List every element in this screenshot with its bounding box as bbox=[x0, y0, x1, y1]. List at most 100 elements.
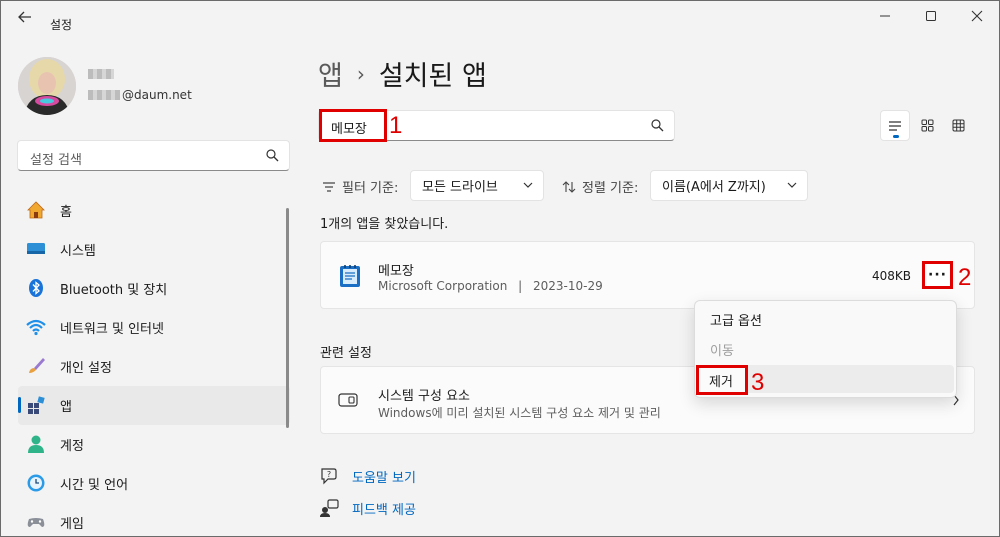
profile-email: @daum.net bbox=[88, 88, 192, 102]
annotation-step-3: 3 bbox=[751, 369, 765, 396]
chevron-down-icon bbox=[787, 182, 797, 188]
menu-item-move: 이동 bbox=[699, 335, 954, 363]
bluetooth-icon bbox=[29, 279, 43, 297]
sidebar-item-home[interactable]: 홈 bbox=[18, 191, 290, 230]
annotation-highlight-search bbox=[319, 109, 387, 142]
sidebar-item-label: 개인 설정 bbox=[60, 361, 112, 376]
back-button[interactable] bbox=[14, 6, 36, 28]
search-icon bbox=[651, 119, 664, 132]
chevron-down-icon bbox=[523, 182, 533, 188]
sidebar-nav: 홈 시스템 Bluetooth 및 장치 네트워크 및 인터넷 개인 설정 앱 … bbox=[18, 191, 290, 537]
feedback-icon bbox=[320, 499, 339, 517]
more-options-button[interactable]: ··· bbox=[922, 261, 953, 289]
settings-search-input[interactable]: 설정 검색 bbox=[17, 140, 290, 171]
table-view-icon bbox=[952, 119, 964, 132]
sidebar-item-time-language[interactable]: 시간 및 언어 bbox=[18, 464, 290, 503]
list-view-button[interactable] bbox=[880, 110, 910, 141]
svg-text:?: ? bbox=[327, 470, 331, 479]
more-icon: ··· bbox=[928, 267, 947, 283]
sidebar-item-system[interactable]: 시스템 bbox=[18, 230, 290, 269]
feedback-link-label: 피드백 제공 bbox=[352, 502, 416, 518]
app-list-item[interactable]: 메모장 Microsoft Corporation | 2023-10-29 4… bbox=[320, 241, 975, 309]
title-bar: 설정 bbox=[0, 0, 1000, 34]
window-title: 설정 bbox=[50, 18, 73, 32]
sidebar-item-label: 게임 bbox=[60, 517, 84, 532]
wifi-icon bbox=[26, 319, 46, 336]
list-view-icon bbox=[889, 120, 901, 131]
grid-view-icon bbox=[921, 119, 933, 132]
sidebar-item-label: Bluetooth 및 장치 bbox=[60, 283, 168, 298]
sidebar-item-label: 홈 bbox=[60, 205, 72, 220]
sidebar-item-label: 시간 및 언어 bbox=[60, 478, 129, 493]
app-name: 메모장 bbox=[378, 264, 414, 279]
menu-item-label: 제거 bbox=[709, 374, 733, 390]
maximize-icon bbox=[926, 11, 936, 21]
minimize-icon bbox=[880, 15, 890, 17]
sort-label-text: 정렬 기준: bbox=[582, 181, 639, 196]
help-link-label: 도움말 보기 bbox=[352, 470, 416, 486]
close-icon bbox=[971, 10, 983, 22]
arrow-left-icon bbox=[18, 11, 31, 23]
tile-view-button[interactable] bbox=[943, 110, 973, 141]
search-icon bbox=[266, 149, 279, 162]
sidebar-item-personalization[interactable]: 개인 설정 bbox=[18, 347, 290, 386]
account-icon bbox=[28, 435, 44, 453]
home-icon bbox=[27, 201, 45, 219]
feedback-link[interactable]: 피드백 제공 bbox=[318, 498, 416, 518]
sidebar-scrollbar[interactable] bbox=[286, 208, 289, 428]
minimize-button[interactable] bbox=[862, 0, 908, 32]
system-icon bbox=[27, 243, 45, 254]
profile-email-domain: @daum.net bbox=[122, 88, 192, 102]
sidebar-item-apps[interactable]: 앱 bbox=[18, 386, 290, 425]
sidebar-item-bluetooth[interactable]: Bluetooth 및 장치 bbox=[18, 269, 290, 308]
filter-dropdown[interactable]: 모든 드라이브 bbox=[410, 170, 544, 201]
system-components-icon bbox=[338, 393, 358, 407]
page-title: 설치된 앱 bbox=[378, 61, 487, 92]
sort-icon bbox=[562, 180, 576, 193]
related-description: Windows에 미리 설치된 시스템 구성 요소 제거 및 관리 bbox=[378, 406, 661, 420]
apps-icon bbox=[28, 396, 45, 414]
meta-separator: | bbox=[518, 279, 523, 293]
result-count: 1개의 앱을 찾았습니다. bbox=[320, 217, 449, 232]
sidebar-item-label: 네트워크 및 인터넷 bbox=[60, 322, 164, 337]
avatar[interactable] bbox=[18, 57, 76, 115]
filter-label-text: 필터 기준: bbox=[342, 181, 399, 196]
gaming-icon bbox=[27, 518, 45, 527]
help-icon: ? bbox=[321, 468, 337, 485]
annotation-step-1: 1 bbox=[389, 112, 403, 139]
breadcrumb-separator: › bbox=[356, 61, 365, 86]
uninstall-button[interactable]: 제거 bbox=[696, 365, 748, 395]
sidebar-item-label: 시스템 bbox=[60, 244, 96, 259]
filter-dropdown-value: 모든 드라이브 bbox=[422, 180, 498, 195]
sidebar-item-network[interactable]: 네트워크 및 인터넷 bbox=[18, 308, 290, 347]
related-title: 시스템 구성 요소 bbox=[378, 389, 470, 404]
breadcrumb-parent[interactable]: 앱 bbox=[318, 54, 343, 93]
menu-item-label: 이동 bbox=[710, 343, 734, 359]
filter-label: 필터 기준: bbox=[322, 177, 398, 196]
filter-icon bbox=[323, 181, 335, 192]
app-install-date: 2023-10-29 bbox=[533, 279, 603, 293]
maximize-button[interactable] bbox=[908, 0, 954, 32]
menu-item-advanced-options[interactable]: 고급 옵션 bbox=[699, 305, 954, 333]
settings-search-placeholder: 설정 검색 bbox=[30, 153, 82, 168]
time-language-icon bbox=[27, 474, 45, 492]
sort-dropdown[interactable]: 이름(A에서 Z까지) bbox=[650, 170, 808, 201]
help-link[interactable]: ? 도움말 보기 bbox=[318, 466, 416, 486]
grid-view-button[interactable] bbox=[912, 110, 942, 141]
app-publisher: Microsoft Corporation bbox=[378, 279, 508, 293]
menu-item-label: 고급 옵션 bbox=[710, 313, 762, 329]
brush-icon bbox=[29, 358, 45, 373]
profile-name bbox=[88, 69, 114, 79]
active-view-indicator bbox=[893, 135, 899, 138]
app-size: 408KB bbox=[871, 269, 911, 283]
notepad-icon bbox=[340, 265, 360, 287]
sort-label: 정렬 기준: bbox=[562, 177, 638, 196]
selected-indicator bbox=[18, 397, 21, 413]
annotation-step-2: 2 bbox=[958, 264, 972, 291]
close-button[interactable] bbox=[954, 0, 1000, 32]
sidebar-item-label: 앱 bbox=[60, 400, 72, 415]
app-meta: Microsoft Corporation | 2023-10-29 bbox=[378, 279, 603, 293]
sidebar-item-accounts[interactable]: 계정 bbox=[18, 425, 290, 464]
sidebar-item-label: 계정 bbox=[60, 439, 84, 454]
sidebar-item-gaming[interactable]: 게임 bbox=[18, 503, 290, 537]
